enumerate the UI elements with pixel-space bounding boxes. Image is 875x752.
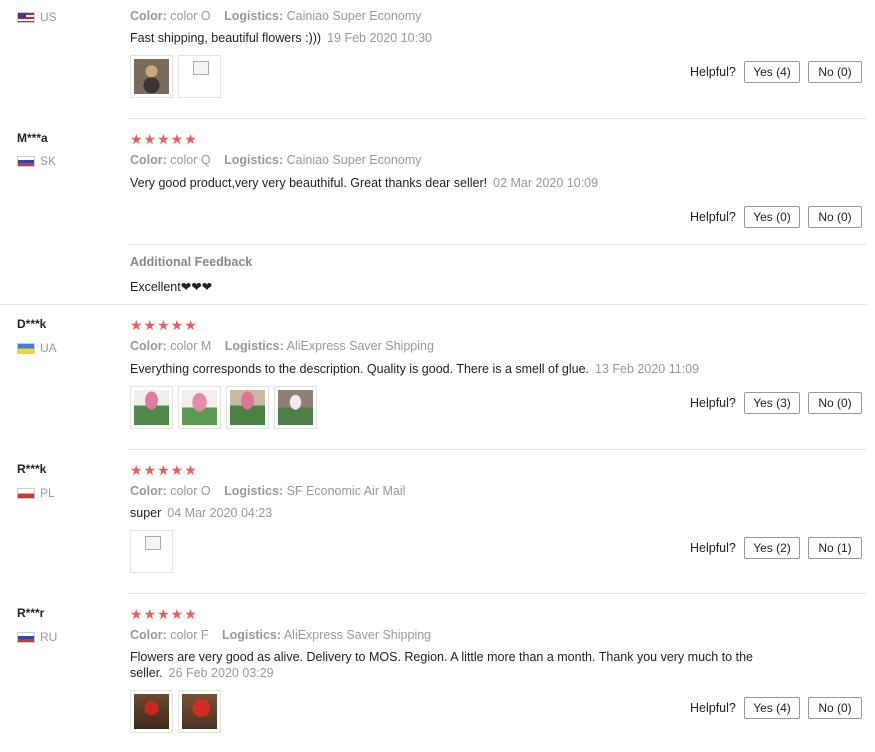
review-meta: Color: color F Logistics: AliExpress Sav… bbox=[130, 628, 432, 642]
review-photos bbox=[130, 386, 317, 429]
broken-image-icon bbox=[193, 61, 209, 75]
review-photo[interactable] bbox=[130, 690, 173, 733]
photo-pink-tulips bbox=[134, 390, 169, 425]
photo-white-tulips bbox=[278, 390, 313, 425]
review-date: 02 Mar 2020 10:09 bbox=[493, 176, 599, 190]
logistics-value: AliExpress Saver Shipping bbox=[283, 628, 432, 642]
additional-feedback-title: Additional Feedback bbox=[130, 255, 253, 269]
review-divider bbox=[128, 449, 867, 450]
color-value: color O bbox=[170, 484, 211, 498]
helpful-yes-button[interactable]: Yes (0) bbox=[744, 206, 800, 228]
helpful-no-button[interactable]: No (0) bbox=[808, 206, 862, 228]
review-divider bbox=[0, 304, 867, 305]
logistics-value: SF Economic Air Mail bbox=[286, 484, 406, 498]
review-photos bbox=[130, 690, 221, 733]
helpful-yes-button[interactable]: Yes (2) bbox=[744, 537, 800, 559]
review-country: SK bbox=[17, 154, 56, 168]
review-country: US bbox=[17, 10, 57, 24]
photo-red-flowers bbox=[182, 694, 217, 729]
review-country: PL bbox=[17, 486, 55, 500]
review-photo[interactable] bbox=[130, 55, 173, 98]
star-rating: ★★★★★ bbox=[130, 606, 198, 622]
review-photo[interactable] bbox=[130, 386, 173, 429]
helpful-no-button[interactable]: No (0) bbox=[808, 697, 862, 719]
review-date: 04 Mar 2020 04:23 bbox=[167, 506, 273, 520]
color-value: color F bbox=[170, 628, 209, 642]
photo-red-flowers bbox=[134, 694, 169, 729]
color-value: color O bbox=[170, 9, 211, 23]
review-date: 26 Feb 2020 03:29 bbox=[168, 666, 274, 680]
photo-pink-tulips bbox=[230, 390, 265, 425]
helpful-yes-button[interactable]: Yes (3) bbox=[744, 392, 800, 414]
review-country: RU bbox=[17, 630, 57, 644]
review-photo-broken[interactable] bbox=[178, 55, 221, 98]
helpful-no-button[interactable]: No (0) bbox=[808, 392, 862, 414]
flag-ua-icon bbox=[17, 342, 35, 354]
flag-sk-icon bbox=[17, 155, 35, 167]
star-rating: ★★★★★ bbox=[130, 131, 198, 147]
review-text: Flowers are very good as alive. Delivery… bbox=[130, 650, 753, 680]
review-photo[interactable] bbox=[178, 386, 221, 429]
flag-ru-icon bbox=[17, 631, 35, 643]
helpful-label: Helpful? bbox=[690, 541, 736, 555]
helpful-label: Helpful? bbox=[690, 701, 736, 715]
helpful-no-button[interactable]: No (1) bbox=[808, 537, 862, 559]
photo-pink-tulips bbox=[182, 390, 217, 425]
helpful-label: Helpful? bbox=[690, 65, 736, 79]
review-divider bbox=[128, 593, 867, 594]
photo-flowers-vase bbox=[134, 59, 169, 94]
flag-us-icon bbox=[17, 11, 35, 23]
review-text: super 04 Mar 2020 04:23 bbox=[130, 506, 273, 520]
review-photo[interactable] bbox=[226, 386, 269, 429]
review-meta: Color: color Q Logistics: Cainiao Super … bbox=[130, 153, 422, 167]
logistics-value: AliExpress Saver Shipping bbox=[286, 339, 434, 353]
helpful-label: Helpful? bbox=[690, 396, 736, 410]
review-divider bbox=[128, 244, 867, 245]
review-meta: Color: color O Logistics: SF Economic Ai… bbox=[130, 484, 406, 498]
review-divider bbox=[128, 118, 867, 119]
review-meta: Color: color M Logistics: AliExpress Sav… bbox=[130, 339, 434, 353]
review-meta: Color: color O Logistics: Cainiao Super … bbox=[130, 9, 422, 23]
helpful-no-button[interactable]: No (0) bbox=[808, 61, 862, 83]
review-username: R***k bbox=[17, 462, 47, 476]
review-text: Everything corresponds to the descriptio… bbox=[130, 362, 700, 376]
color-value: color M bbox=[170, 339, 212, 353]
additional-feedback-text: Excellent❤❤❤ bbox=[130, 280, 213, 294]
color-value: color Q bbox=[170, 153, 211, 167]
review-photos bbox=[130, 530, 173, 573]
review-country: UA bbox=[17, 341, 57, 355]
helpful-yes-button[interactable]: Yes (4) bbox=[744, 61, 800, 83]
review-photos bbox=[130, 55, 221, 98]
review-date: 13 Feb 2020 11:09 bbox=[595, 362, 700, 376]
review-username: R***r bbox=[17, 606, 45, 620]
review-text: Very good product,very very beauthiful. … bbox=[130, 176, 599, 190]
flag-pl-icon bbox=[17, 487, 35, 499]
star-rating: ★★★★★ bbox=[130, 462, 198, 478]
review-date: 19 Feb 2020 10:30 bbox=[327, 31, 433, 45]
helpful-yes-button[interactable]: Yes (4) bbox=[744, 697, 800, 719]
review-photo-broken[interactable] bbox=[130, 530, 173, 573]
broken-image-icon bbox=[145, 536, 161, 550]
review-photo[interactable] bbox=[274, 386, 317, 429]
review-username: D***k bbox=[17, 317, 47, 331]
review-text: Fast shipping, beautiful flowers :))) 19 … bbox=[130, 31, 433, 45]
star-rating: ★★★★★ bbox=[130, 317, 198, 333]
review-username: M***a bbox=[17, 131, 48, 145]
logistics-value: Cainiao Super Economy bbox=[286, 9, 422, 23]
review-photo[interactable] bbox=[178, 690, 221, 733]
helpful-label: Helpful? bbox=[690, 210, 736, 224]
logistics-value: Cainiao Super Economy bbox=[286, 153, 422, 167]
